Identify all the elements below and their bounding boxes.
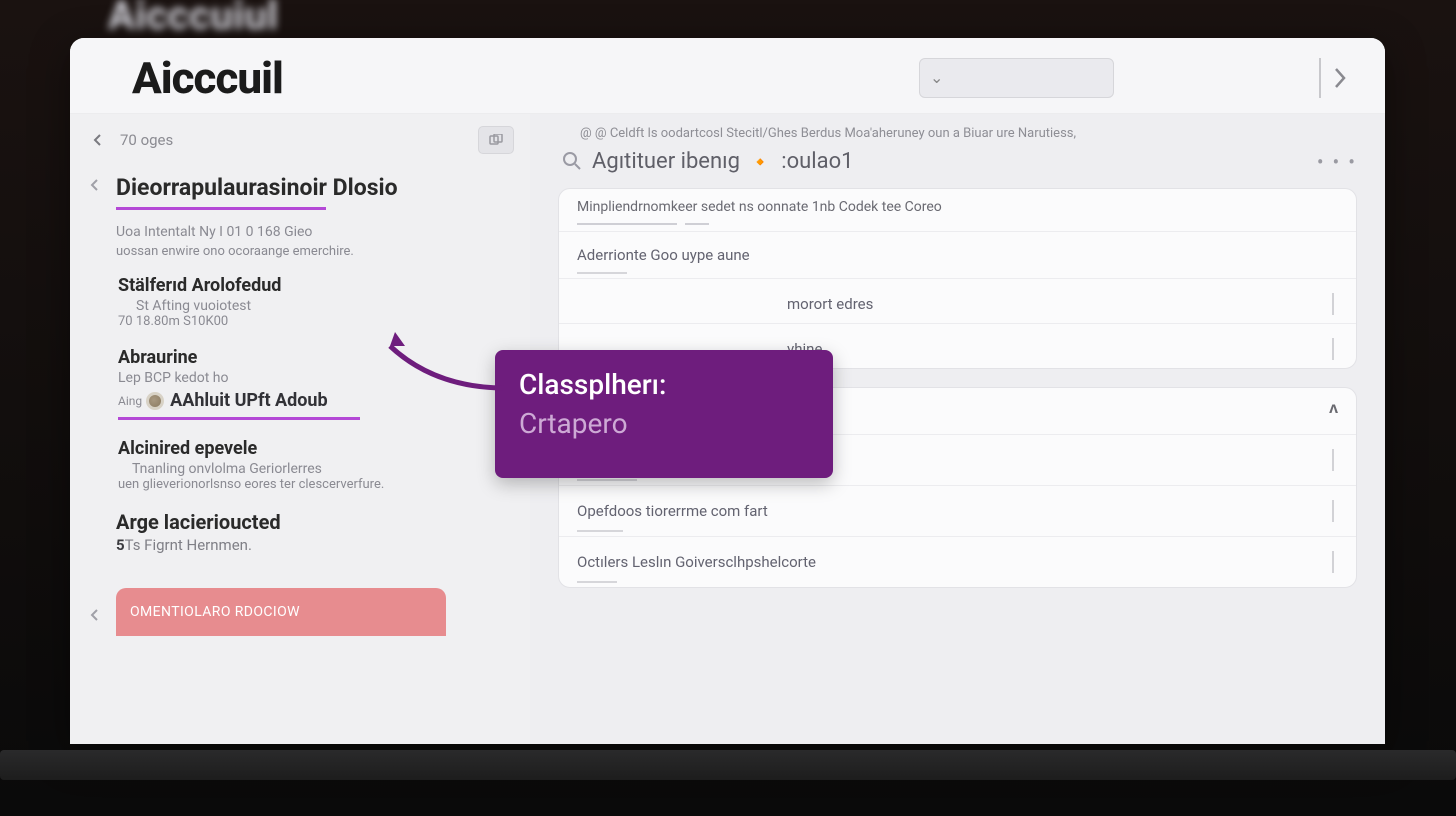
search-icon — [562, 151, 584, 173]
block-alcinired-title: Alcinired epevele — [118, 438, 514, 459]
arge-subtitle: 5Ts Figrnt Hernmen. — [116, 536, 514, 554]
tooltip-arrow-icon — [375, 328, 515, 398]
abr-line-text: AAhluit UPft Adoub — [170, 390, 328, 411]
row-text: morort edres — [787, 295, 873, 313]
titlebar: Aicccuil ⌄ — [70, 38, 1385, 114]
more-menu-button[interactable]: • • • — [1317, 150, 1357, 174]
underline — [577, 272, 627, 274]
block-stalfend-sub1: St Afting vuoiotest — [118, 298, 514, 314]
desk-edge — [0, 750, 1456, 780]
row-text: Opefdoos tiorerrme com fart — [577, 502, 768, 520]
collapse-caret-icon[interactable]: ᴧ — [1329, 398, 1338, 418]
left-panel: 70 oges Dieorrapulaurasinoir Dlosio Uoa … — [70, 114, 530, 744]
divider-icon — [1332, 551, 1334, 573]
underline — [577, 530, 623, 532]
search-inline-icon: 🔸 — [749, 152, 771, 173]
section-back-button-2[interactable] — [84, 604, 106, 626]
abr-underline — [118, 417, 360, 420]
background-app-title: Aicccuiul — [108, 0, 278, 39]
section-title: Dieorrapulaurasinoir Dlosio — [116, 174, 514, 201]
arge-rest: Ts Figrnt Hernmen. — [125, 536, 252, 554]
main-search-input[interactable]: Agıtituer ibenıg 🔸 :oulao1 — [592, 149, 854, 174]
search-text-pre: Agıtituer ibenıg — [592, 149, 745, 174]
copy-icon — [488, 134, 504, 146]
back-button[interactable] — [86, 128, 110, 152]
underline — [577, 581, 617, 583]
app-window: Aicccuil ⌄ 70 oges Dieorrapul — [70, 38, 1385, 744]
block-alcinired-sub1: Tnanling onvlolma Geriorlerres — [118, 461, 514, 477]
abr-prefix: Aing — [118, 394, 142, 408]
row-text: Aderrionte Goo uype aune — [577, 246, 750, 264]
row-text: Octılers Leslın Goiversclhpshelcorte — [577, 553, 816, 571]
tooltip-title: Classplherı: — [519, 368, 809, 401]
card-1-header[interactable]: Minpliendrnomkeer sedet ns oonnate 1nb C… — [559, 189, 1356, 221]
tooltip-callout: Classplherı: Crtapero — [495, 350, 833, 478]
block-alcinired-sub2: uen glieverionorlsnso eores ter clescerv… — [118, 477, 514, 492]
chevron-left-icon — [91, 133, 105, 147]
underline — [685, 223, 709, 225]
block-stalfend-title: Stälferıd Arolofedud — [118, 275, 514, 296]
divider-icon — [1332, 338, 1334, 360]
main-search-row: Agıtituer ibenıg 🔸 :oulao1 • • • — [558, 149, 1357, 174]
card-1-row-2[interactable]: morort edres — [559, 278, 1356, 323]
section-back-button[interactable] — [84, 174, 106, 196]
underline — [577, 479, 637, 481]
divider-icon — [1332, 449, 1334, 471]
tooltip-subtitle: Crtapero — [519, 407, 809, 440]
search-text-post: :oulao1 — [776, 149, 854, 174]
context-text: @ Celdft ls oodartcosl Stecitl/Ghes Berd… — [595, 126, 1076, 141]
app-title: Aicccuil — [132, 52, 283, 104]
chevron-left-icon — [89, 179, 101, 191]
section-meta-1: Uoa Intentalt Ny I 01 0 168 Gieo — [116, 224, 514, 240]
breadcrumb-count: 70 oges — [120, 131, 173, 149]
card-1-header-text: Minpliendrnomkeer sedet ns oonnate 1nb C… — [577, 199, 942, 215]
arge-count: 5 — [116, 536, 125, 554]
block-stalfend-sub2: 70 18.80m S10K00 — [118, 314, 514, 329]
section-title-underline — [116, 207, 326, 210]
search-caret-icon: ⌄ — [930, 68, 943, 87]
titlebar-search-input[interactable]: ⌄ — [919, 58, 1114, 98]
context-line: @ @ Celdft ls oodartcosl Stecitl/Ghes Be… — [580, 126, 1357, 141]
divider-icon — [1332, 500, 1334, 522]
cta-label: OMENTIOLARO RDOCIOW — [130, 604, 300, 620]
chevron-right-icon — [1331, 65, 1349, 91]
divider-icon — [1332, 293, 1334, 315]
arge-title: Arge lacierioucted — [116, 510, 514, 534]
underline — [577, 223, 677, 225]
chevron-left-icon — [89, 609, 101, 621]
card-2-row-2[interactable]: Opefdoos tiorerrme com fart — [559, 485, 1356, 530]
section-meta-2: uossan enwire ono ocoraange emerchire. — [116, 244, 514, 259]
nav-forward-button[interactable] — [1319, 58, 1359, 98]
panel-header-action[interactable] — [478, 126, 514, 154]
card-1-row-1[interactable]: Aderrionte Goo uype aune — [559, 231, 1356, 272]
at-badge-icon: @ — [580, 126, 592, 141]
cta-button[interactable]: OMENTIOLARO RDOCIOW — [116, 588, 446, 636]
result-card-1: Minpliendrnomkeer sedet ns oonnate 1nb C… — [558, 188, 1357, 369]
card-2-row-3[interactable]: Octılers Leslın Goiversclhpshelcorte — [559, 536, 1356, 581]
avatar-icon — [146, 392, 164, 410]
